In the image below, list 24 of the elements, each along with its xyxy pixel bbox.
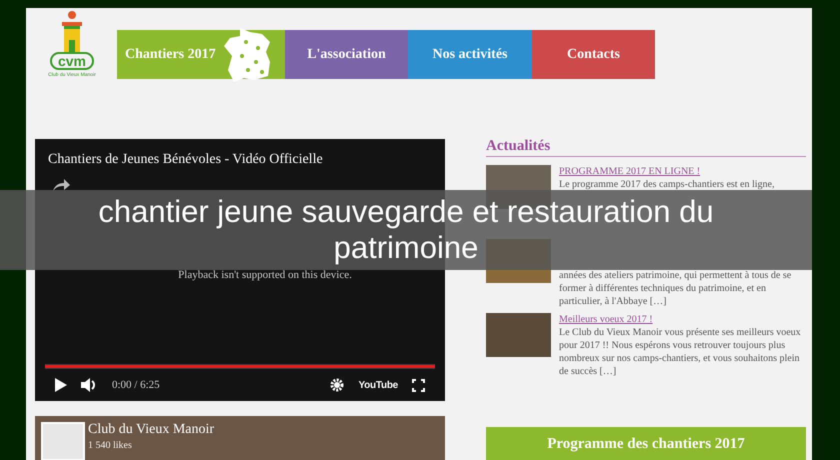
fullscreen-icon[interactable] (412, 378, 425, 392)
playback-message: Playback isn't supported on this device. (177, 268, 353, 283)
likes-count: 1 540 likes (88, 439, 133, 453)
volume-icon[interactable] (81, 378, 98, 392)
nav-tab[interactable]: Nos activités (408, 30, 532, 79)
facebook-banner[interactable]: Club du Vieux Manoir 1 540 likes (35, 416, 445, 460)
page-name[interactable]: Club du Vieux Manoir (88, 422, 214, 438)
nav-tab[interactable]: Contacts (532, 30, 655, 79)
settings-icon[interactable] (330, 378, 344, 392)
news-summary: Le programme 2017 des camps-chantiers est en ligne, (559, 178, 774, 191)
play-icon[interactable] (55, 378, 67, 392)
news-summary: années des ateliers patrimoine, qui permettent à tous de se former à différentes techniques du patrimoine, et en particulier, à l'Abbaye […] (559, 269, 792, 308)
logo-initials: cvm (50, 52, 94, 70)
news-summary: Le Club du Vieux Manoir vous présente ses meilleurs voeux pour 2017 !! Nous espérons vous retrouver toujours plus nombreux sur nos camps-chantiers, et vous souhaitons plein de succès […] (559, 326, 802, 378)
video-title: Chantiers de Jeunes Bénévoles - Vidéo Officielle (47, 151, 324, 169)
title-overlay: chantier jeune sauvegarde et restauration du patrimoine (0, 190, 812, 270)
youtube-logo[interactable]: YouTube (358, 378, 398, 392)
video-time: 0:00 / 6:25 (112, 378, 160, 393)
share-icon[interactable] (52, 179, 70, 191)
news-heading: Actualités (486, 137, 806, 157)
news-link[interactable]: PROGRAMME 2017 EN LIGNE ! (559, 165, 774, 178)
nav-tab[interactable]: L'association (285, 30, 408, 79)
page-avatar (41, 422, 85, 460)
news-link[interactable]: Meilleurs voeux 2017 ! (559, 313, 806, 326)
